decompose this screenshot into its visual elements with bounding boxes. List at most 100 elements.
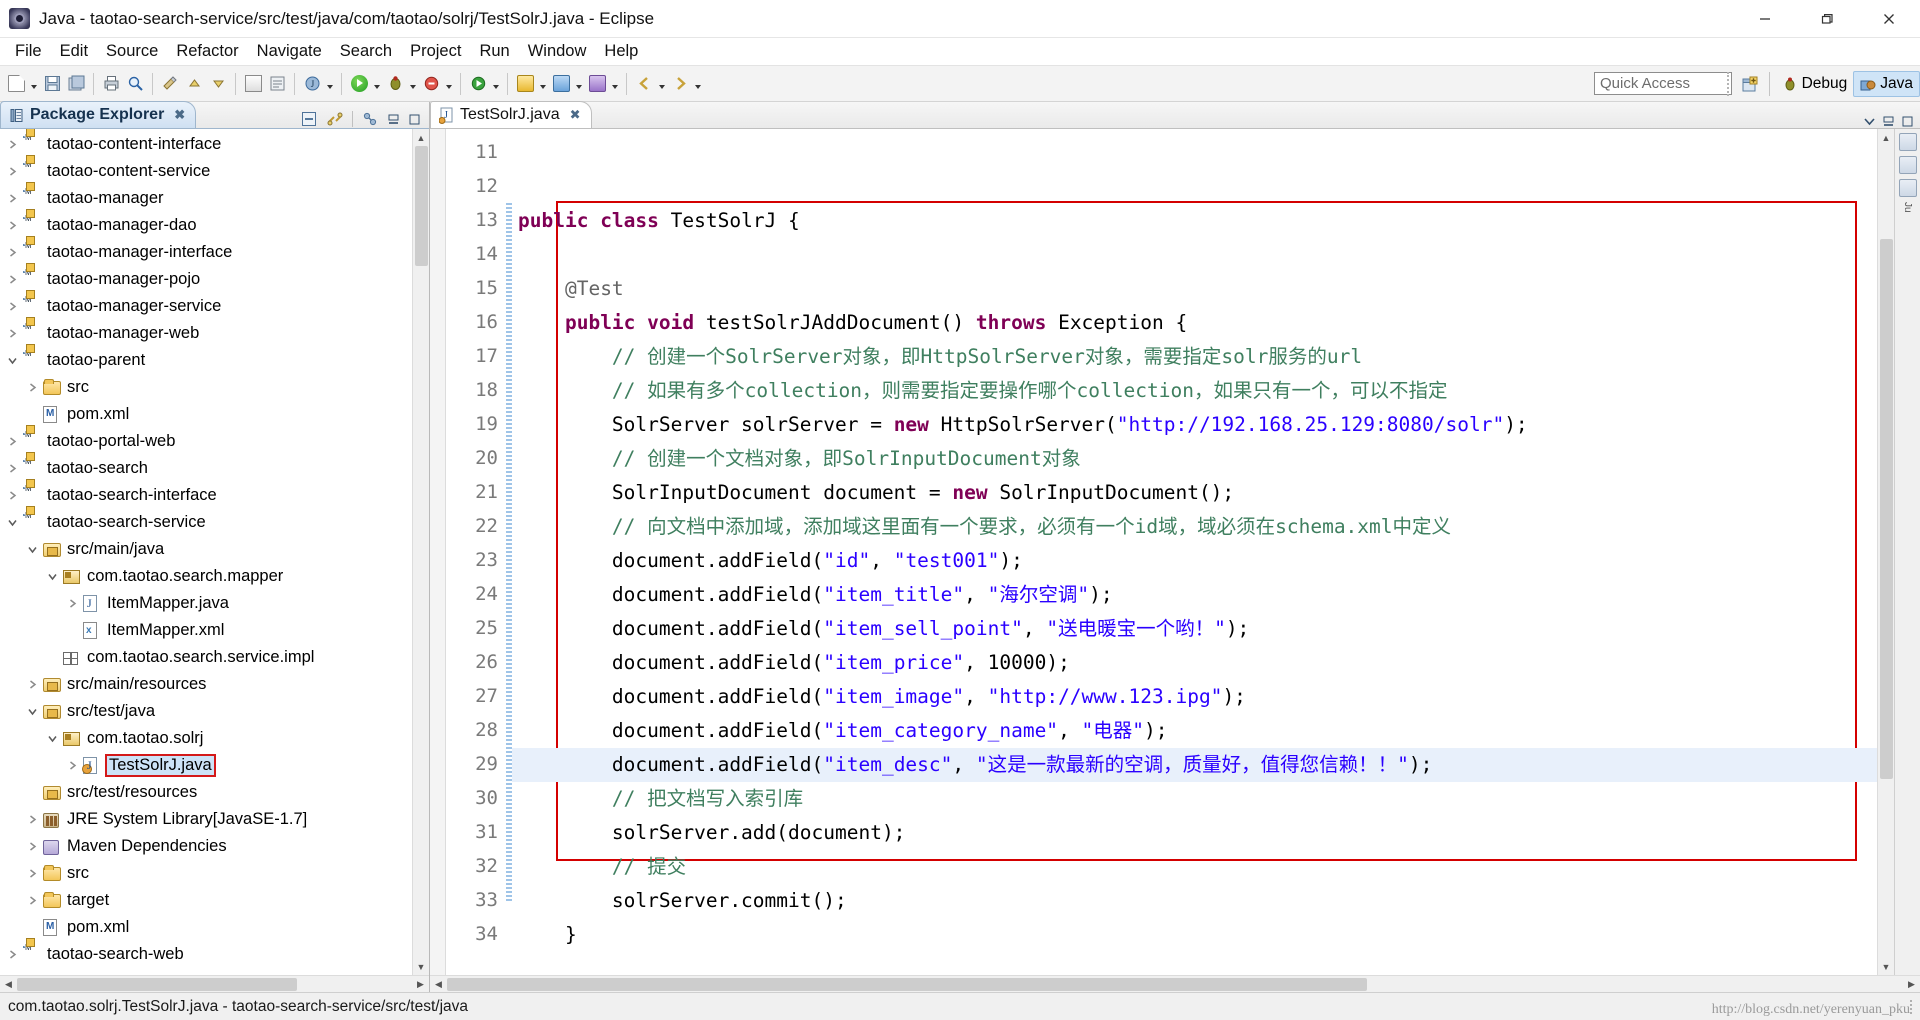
tree-row[interactable]: taotao-search-interface [0,478,429,509]
new-interface-dropdown-arrow-icon[interactable] [609,71,621,97]
menu-item-edit[interactable]: Edit [51,39,97,64]
hscroll-left-icon[interactable]: ◀ [0,976,17,993]
code-line[interactable]: document.addField("item_image", "http://… [512,680,1877,714]
tree-row[interactable]: taotao-content-service [0,154,429,185]
menu-item-search[interactable]: Search [331,39,401,64]
menu-item-project[interactable]: Project [401,39,470,64]
perspective-debug-button[interactable]: Debug [1776,72,1854,96]
chevron-right-icon[interactable] [64,752,81,779]
run-dropdown-arrow-icon[interactable] [371,71,383,97]
editor-minimize-icon[interactable] [1882,115,1895,128]
code-line[interactable]: // 创建一个SolrServer对象，即HttpSolrServer对象，需要… [512,340,1877,374]
collapse-all-icon[interactable] [300,110,318,128]
open-perspective-icon[interactable] [1739,71,1763,97]
editor-code[interactable]: public class TestSolrJ { @Test public vo… [512,129,1877,975]
external-tools-icon[interactable] [466,71,490,97]
tree-row[interactable]: taotao-manager-web [0,316,429,347]
coverage-dropdown-arrow-icon[interactable] [443,71,455,97]
perspective-drag-handle[interactable] [1726,72,1731,96]
chevron-right-icon[interactable] [4,455,21,482]
tree-row[interactable]: pom.xml [0,914,429,941]
editor-hscroll-left-icon[interactable]: ◀ [430,976,447,993]
open-type-dropdown-arrow-icon[interactable] [324,71,336,97]
chevron-right-icon[interactable] [4,293,21,320]
junit-view-icon[interactable] [1898,179,1917,197]
code-line[interactable]: // 向文档中添加域，添加域这里面有一个要求，必须有一个id域，域必须在sche… [512,510,1877,544]
chevron-right-icon[interactable] [4,428,21,455]
new-icon[interactable] [4,71,28,97]
tree-row[interactable]: com.taotao.search.mapper [0,563,429,590]
menu-item-window[interactable]: Window [519,39,596,64]
forward-icon[interactable] [668,71,692,97]
coverage-icon[interactable] [419,71,443,97]
chevron-down-icon[interactable] [44,563,61,590]
perspective-java-button[interactable]: Java [1853,71,1920,97]
new-class-icon[interactable] [549,71,573,97]
tree-row[interactable]: TestSolrJ.java [0,752,429,779]
chevron-right-icon[interactable] [24,860,41,887]
close-button[interactable] [1858,0,1920,38]
chevron-right-icon[interactable] [4,266,21,293]
status-resize-handle[interactable] [1910,999,1914,1014]
menu-item-refactor[interactable]: Refactor [167,39,247,64]
code-line[interactable]: } [512,918,1877,952]
code-line[interactable]: // 提交 [512,850,1877,884]
chevron-right-icon[interactable] [24,806,41,833]
tree-row[interactable]: taotao-portal-web [0,424,429,455]
package-explorer-hscrollbar[interactable]: ◀ ▶ [0,975,429,992]
code-line[interactable]: // 把文档写入索引库 [512,782,1877,816]
editor-scroll-thumb[interactable] [1880,239,1893,779]
tree-row[interactable]: com.taotao.solrj [0,725,429,752]
code-line[interactable]: // 如果有多个collection，则需要指定要操作哪个collection，… [512,374,1877,408]
chevron-right-icon[interactable] [4,482,21,509]
tree-row[interactable]: src/main/java [0,536,429,563]
debug-icon[interactable] [383,71,407,97]
menu-item-file[interactable]: File [6,39,51,64]
minimize-button[interactable] [1734,0,1796,38]
chevron-right-icon[interactable] [24,833,41,860]
save-icon[interactable] [40,71,64,97]
tree-row[interactable]: taotao-manager-service [0,289,429,320]
tree-row[interactable]: taotao-search-service [0,505,429,536]
new-java-package-dropdown-arrow-icon[interactable] [537,71,549,97]
minimize-view-icon[interactable] [387,113,400,126]
tree-row[interactable]: taotao-manager-interface [0,235,429,266]
tree-row[interactable]: src/test/java [0,698,429,725]
run-icon[interactable] [347,71,371,97]
task-list-view-icon[interactable] [1898,156,1917,174]
package-explorer-close-icon[interactable]: ✖ [174,107,185,123]
debug-dropdown-arrow-icon[interactable] [407,71,419,97]
tree-row[interactable]: taotao-content-interface [0,129,429,158]
chevron-right-icon[interactable] [4,941,21,968]
tab-package-explorer[interactable]: Package Explorer ✖ [0,101,197,128]
tree-row[interactable]: ItemMapper.xml [0,617,429,644]
new-dropdown-arrow-icon[interactable] [28,71,40,97]
back-icon[interactable] [632,71,656,97]
editor-scroll-down-icon[interactable]: ▼ [1878,958,1894,975]
code-line[interactable]: @Test [512,272,1877,306]
editor-annotation-ruler[interactable] [430,129,446,975]
chevron-down-icon[interactable] [24,698,41,725]
toggle-breadcrumb-icon[interactable] [241,71,265,97]
last-edit-location-icon[interactable] [158,71,182,97]
code-line[interactable]: solrServer.add(document); [512,816,1877,850]
tree-row[interactable]: ItemMapper.java [0,590,429,617]
forward-dropdown-arrow-icon[interactable] [692,71,704,97]
outline-view-icon[interactable] [1898,133,1917,151]
chevron-right-icon[interactable] [64,590,81,617]
external-tools-dropdown-arrow-icon[interactable] [490,71,502,97]
editor-vscrollbar[interactable]: ▲ ▼ [1877,129,1894,975]
menu-item-navigate[interactable]: Navigate [248,39,331,64]
code-line[interactable]: SolrInputDocument document = new SolrInp… [512,476,1877,510]
scroll-down-icon[interactable]: ▼ [413,958,429,975]
code-line[interactable] [512,952,1877,975]
tree-row[interactable]: src [0,860,429,887]
tree-row[interactable]: com.taotao.search.service.impl [0,644,429,671]
link-with-editor-icon[interactable] [326,110,344,128]
quick-access-input[interactable]: Quick Access [1594,72,1732,95]
search-icon[interactable] [123,71,147,97]
restore-button[interactable] [1796,0,1858,38]
tree-row[interactable]: src/main/resources [0,671,429,698]
code-line[interactable]: public void testSolrJAddDocument() throw… [512,306,1877,340]
menu-item-run[interactable]: Run [470,39,518,64]
